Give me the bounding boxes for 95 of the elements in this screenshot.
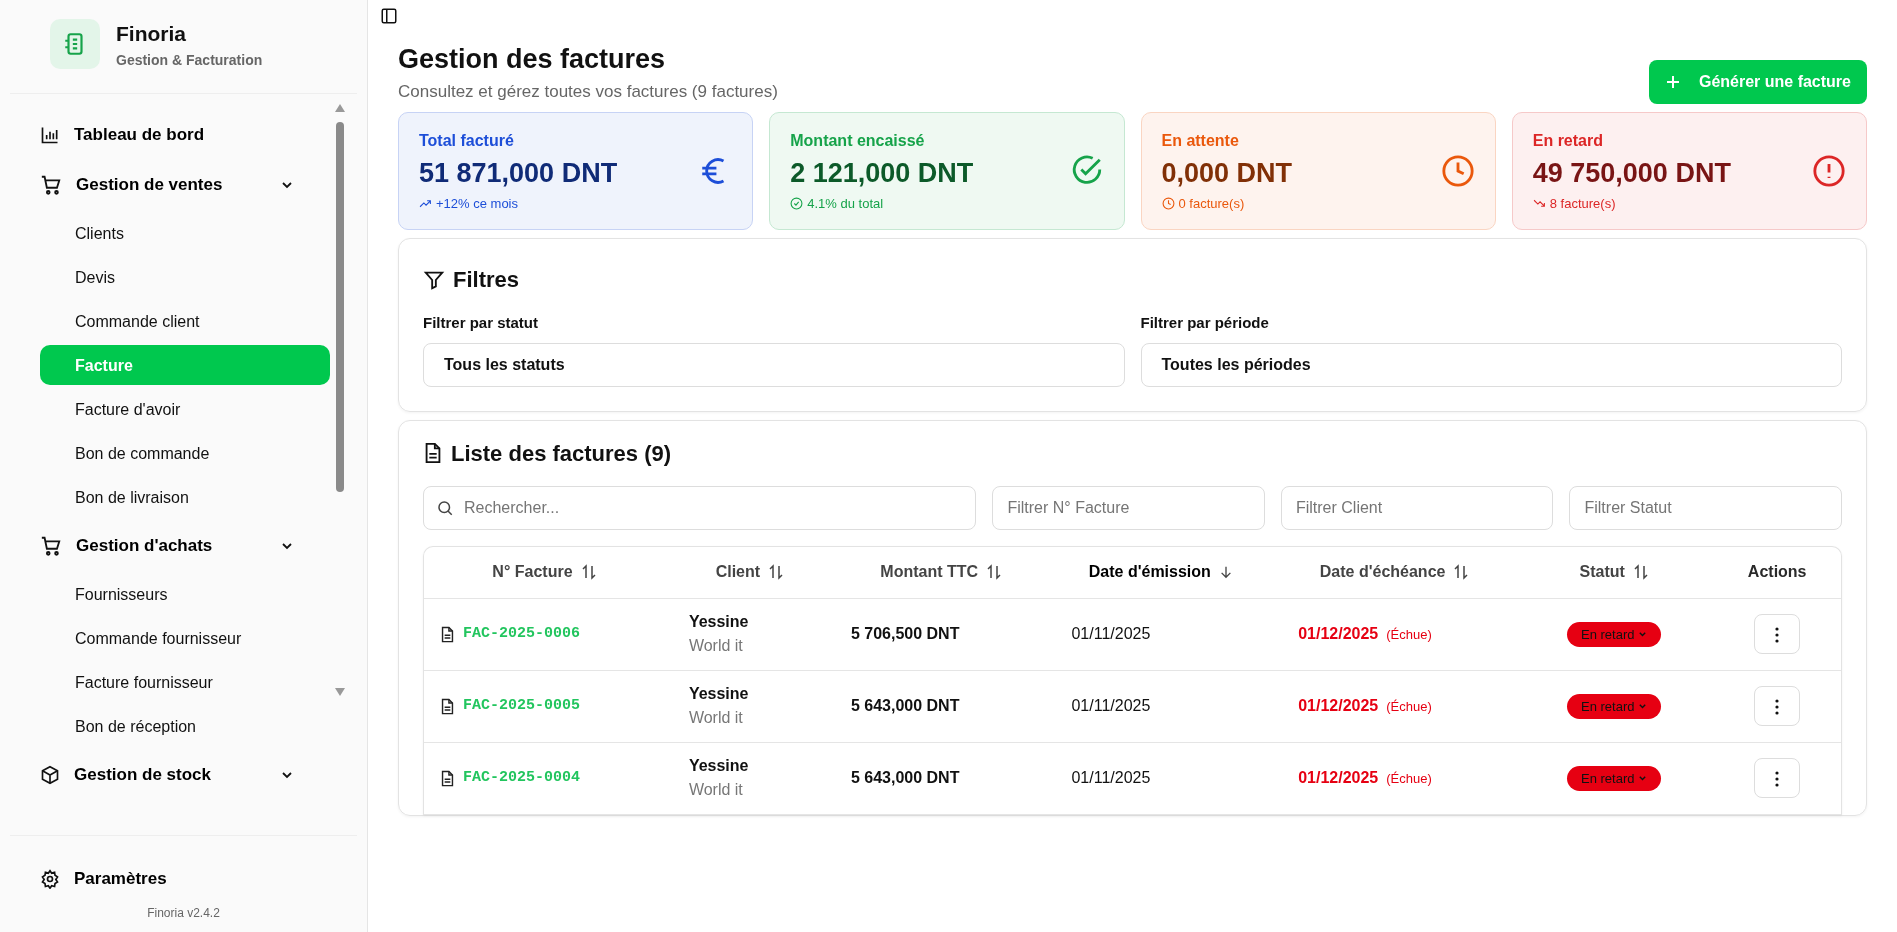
sidebar-toggle-icon[interactable] xyxy=(380,7,398,26)
list-title: Liste des factures (9) xyxy=(451,439,672,468)
column-header[interactable]: Date d'échéance xyxy=(1319,560,1446,585)
select-field[interactable]: Tous les statuts xyxy=(423,342,1125,387)
status-dropdown[interactable]: En retard xyxy=(1567,621,1662,648)
clock-icon xyxy=(1440,154,1475,189)
due-date-cell-text: 01/12/2025 xyxy=(1298,696,1379,717)
page-title: Gestion des factures xyxy=(398,42,667,75)
more-actions-button[interactable] xyxy=(1754,686,1801,727)
stat-value: 0,000 DNT xyxy=(1161,157,1294,191)
nav-item[interactable]: Bon de réception xyxy=(40,705,330,746)
stat-note: +12% ce mois xyxy=(436,194,518,213)
stat-label: En retard xyxy=(1532,131,1604,152)
more-actions-button[interactable] xyxy=(1754,614,1801,655)
search-field[interactable]: Rechercher... xyxy=(423,485,977,530)
overdue-label: (Échue) xyxy=(1386,625,1432,644)
date-cell: 01/11/2025 xyxy=(1071,697,1151,715)
stat-label: Montant encaissé xyxy=(790,131,926,152)
app-name: Finoria xyxy=(116,21,187,47)
clock-icon xyxy=(1161,197,1175,211)
date-cell: 01/11/2025 xyxy=(1071,769,1151,787)
nav-item[interactable]: Commande client xyxy=(40,300,330,341)
alert-circle-icon xyxy=(1812,154,1846,189)
filters-title: Filtres xyxy=(453,266,520,295)
due-date-cell-text: 01/12/2025 xyxy=(1298,624,1379,645)
more-icon xyxy=(1775,699,1780,716)
nav-item[interactable]: Clients xyxy=(40,212,330,253)
caret-icon xyxy=(1638,773,1648,783)
filter-field[interactable]: Filtrer N° Facture xyxy=(992,485,1265,530)
stat-label: En attente xyxy=(1161,131,1240,152)
stat-value: 51 871,000 DNT xyxy=(419,157,619,191)
document-icon xyxy=(440,697,455,715)
overdue-label: (Échue) xyxy=(1386,697,1432,716)
version-label: Finoria v2.4.2 xyxy=(146,905,221,922)
stat-value: 2 121,000 DNT xyxy=(790,157,975,191)
nav-link[interactable]: Tableau de bord xyxy=(40,109,330,160)
box-icon xyxy=(40,764,60,785)
nav-item[interactable]: Commande fournisseur xyxy=(40,617,330,658)
column-header[interactable]: Statut xyxy=(1579,560,1625,585)
document-icon xyxy=(423,442,443,465)
nav-item[interactable]: Devis xyxy=(40,256,330,297)
column-header[interactable]: Montant TTC xyxy=(880,560,979,585)
client-name: Yessine xyxy=(688,756,750,777)
stat-note: 8 facture(s) xyxy=(1549,194,1616,213)
app-tagline: Gestion & Facturation xyxy=(116,50,263,70)
plus-icon xyxy=(1664,74,1681,91)
date-cell: 01/11/2025 xyxy=(1071,625,1151,643)
settings-icon xyxy=(40,869,60,889)
field-label: Filtrer par statut xyxy=(423,313,540,334)
stat-note: 4.1% du total xyxy=(807,194,884,213)
amount-cell: 5 643,000 DNT xyxy=(850,697,960,715)
check-circle-icon xyxy=(790,197,804,211)
client-company: World it xyxy=(688,780,744,801)
more-icon xyxy=(1775,771,1780,788)
nav-group[interactable]: Gestion de stock xyxy=(40,749,330,800)
more-actions-button[interactable] xyxy=(1754,758,1801,799)
page-subtitle: Consultez et gérez toutes vos factures (9 factures) xyxy=(398,80,778,103)
column-header[interactable]: N° Facture xyxy=(492,560,573,585)
amount-cell: 5 643,000 DNT xyxy=(850,769,960,787)
nav-item[interactable]: Facture d'avoir xyxy=(40,388,330,429)
cart-icon xyxy=(40,534,62,557)
nav-item[interactable]: Facture fournisseur xyxy=(40,661,330,702)
overdue-label: (Échue) xyxy=(1386,769,1432,788)
nav-item[interactable]: Fournisseurs xyxy=(40,573,330,614)
nav-item[interactable]: Bon de livraison xyxy=(40,476,330,517)
cart-icon xyxy=(40,173,62,196)
logo-icon xyxy=(50,19,100,70)
field-label: Filtrer par période xyxy=(1140,313,1270,334)
column-header[interactable]: Date d'émission xyxy=(1088,560,1211,585)
amount-cell: 5 706,500 DNT xyxy=(850,625,960,643)
more-icon xyxy=(1775,627,1780,644)
settings-link[interactable]: Paramètres xyxy=(40,854,330,904)
status-dropdown[interactable]: En retard xyxy=(1567,693,1662,720)
client-name: Yessine xyxy=(688,684,750,705)
document-icon xyxy=(440,625,455,643)
nav-group[interactable]: Gestion de ventes xyxy=(40,159,330,210)
nav-item[interactable]: Bon de commande xyxy=(40,432,330,473)
search-icon xyxy=(436,498,454,517)
caret-icon xyxy=(1638,629,1648,639)
select-field[interactable]: Toutes les périodes xyxy=(1140,342,1842,387)
client-name: Yessine xyxy=(688,612,750,633)
caret-icon xyxy=(1638,701,1648,711)
document-icon xyxy=(440,769,455,787)
due-date-cell-text: 01/12/2025 xyxy=(1298,768,1379,789)
status-dropdown[interactable]: En retard xyxy=(1567,765,1662,792)
filter-field[interactable]: Filtrer Statut xyxy=(1569,485,1842,530)
filter-field[interactable]: Filtrer Client xyxy=(1280,485,1554,530)
client-company: World it xyxy=(688,636,744,657)
nav-group[interactable]: Gestion d'achats xyxy=(40,520,330,571)
column-header[interactable]: Actions xyxy=(1747,560,1807,585)
stat-label: Total facturé xyxy=(419,131,515,152)
stat-value: 49 750,000 DNT xyxy=(1532,157,1732,191)
client-company: World it xyxy=(688,708,744,729)
column-header[interactable]: Client xyxy=(715,560,761,585)
stat-note: 0 facture(s) xyxy=(1178,194,1245,213)
